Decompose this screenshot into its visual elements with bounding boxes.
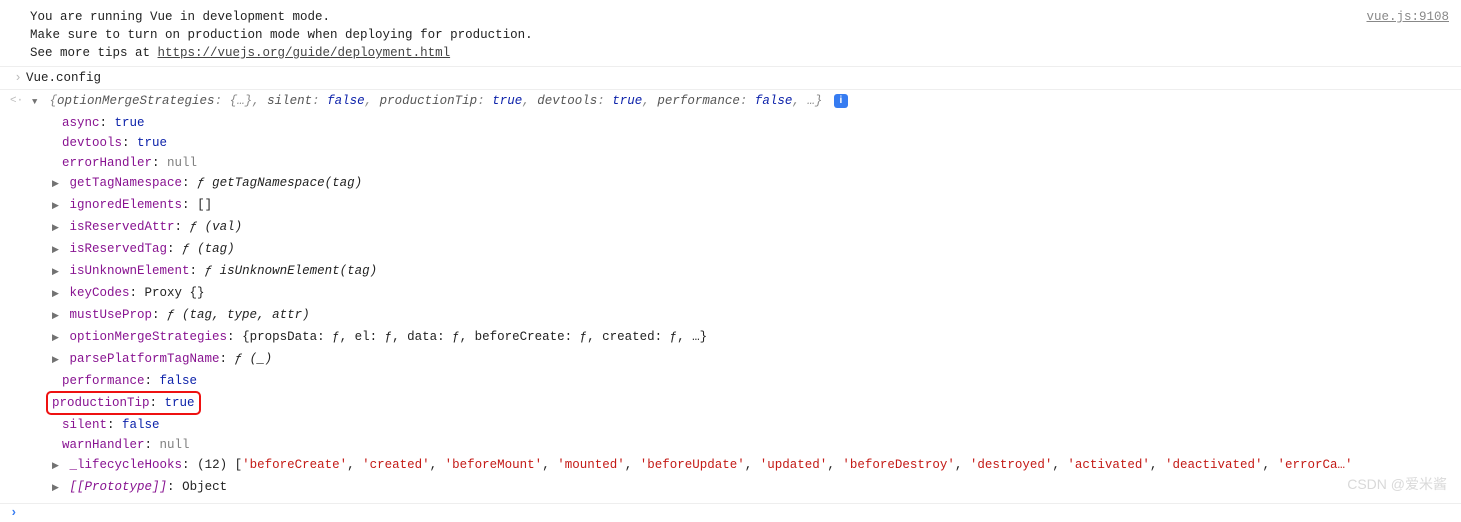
output-arrow-icon: <· — [10, 92, 23, 110]
prop-lifecycleHooks[interactable]: _lifecycleHooks: (12) ['beforeCreate', '… — [0, 455, 1461, 477]
prop-productionTip[interactable]: productionTip: true — [0, 391, 1461, 415]
prop-devtools[interactable]: devtools: true — [0, 133, 1461, 153]
prop-optionMergeStrategies[interactable]: optionMergeStrategies: {propsData: ƒ, el… — [0, 327, 1461, 349]
object-preview[interactable]: {optionMergeStrategies: {…}, silent: fal… — [32, 92, 1453, 111]
prop-async[interactable]: async: true — [0, 113, 1461, 133]
deployment-link[interactable]: https://vuejs.org/guide/deployment.html — [158, 46, 451, 60]
prop-isReservedAttr[interactable]: isReservedAttr: ƒ (val) — [0, 217, 1461, 239]
prop-errorHandler[interactable]: errorHandler: null — [0, 153, 1461, 173]
prop-warnHandler[interactable]: warnHandler: null — [0, 435, 1461, 455]
warn-line-2: Make sure to turn on production mode whe… — [30, 26, 1453, 44]
warning-message: vue.js:9108 You are running Vue in devel… — [0, 4, 1461, 67]
prop-performance[interactable]: performance: false — [0, 371, 1461, 391]
prop-ignoredElements[interactable]: ignoredElements: [] — [0, 195, 1461, 217]
prop-parsePlatformTagName[interactable]: parsePlatformTagName: ƒ (_) — [0, 349, 1461, 371]
input-chevron-icon: › — [10, 69, 26, 87]
input-prompt[interactable]: › — [0, 504, 1461, 522]
prop-mustUseProp[interactable]: mustUseProp: ƒ (tag, type, attr) — [0, 305, 1461, 327]
source-link[interactable]: vue.js:9108 — [1366, 8, 1449, 26]
warn-line-1: You are running Vue in development mode. — [30, 8, 1453, 26]
highlight-box: productionTip: true — [46, 391, 201, 415]
expand-toggle-icon[interactable] — [32, 92, 42, 111]
warn-line-3: See more tips at https://vuejs.org/guide… — [30, 44, 1453, 62]
prop-isReservedTag[interactable]: isReservedTag: ƒ (tag) — [0, 239, 1461, 261]
prop-isUnknownElement[interactable]: isUnknownElement: ƒ isUnknownElement(tag… — [0, 261, 1461, 283]
output-row: <· {optionMergeStrategies: {…}, silent: … — [0, 90, 1461, 113]
console-pane: vue.js:9108 You are running Vue in devel… — [0, 0, 1461, 522]
input-row: › Vue.config — [0, 67, 1461, 90]
prop-keyCodes[interactable]: keyCodes: Proxy {} — [0, 283, 1461, 305]
input-expression[interactable]: Vue.config — [26, 69, 1453, 87]
prop-getTagNamespace[interactable]: getTagNamespace: ƒ getTagNamespace(tag) — [0, 173, 1461, 195]
info-icon[interactable]: i — [834, 94, 848, 108]
prop-silent[interactable]: silent: false — [0, 415, 1461, 435]
